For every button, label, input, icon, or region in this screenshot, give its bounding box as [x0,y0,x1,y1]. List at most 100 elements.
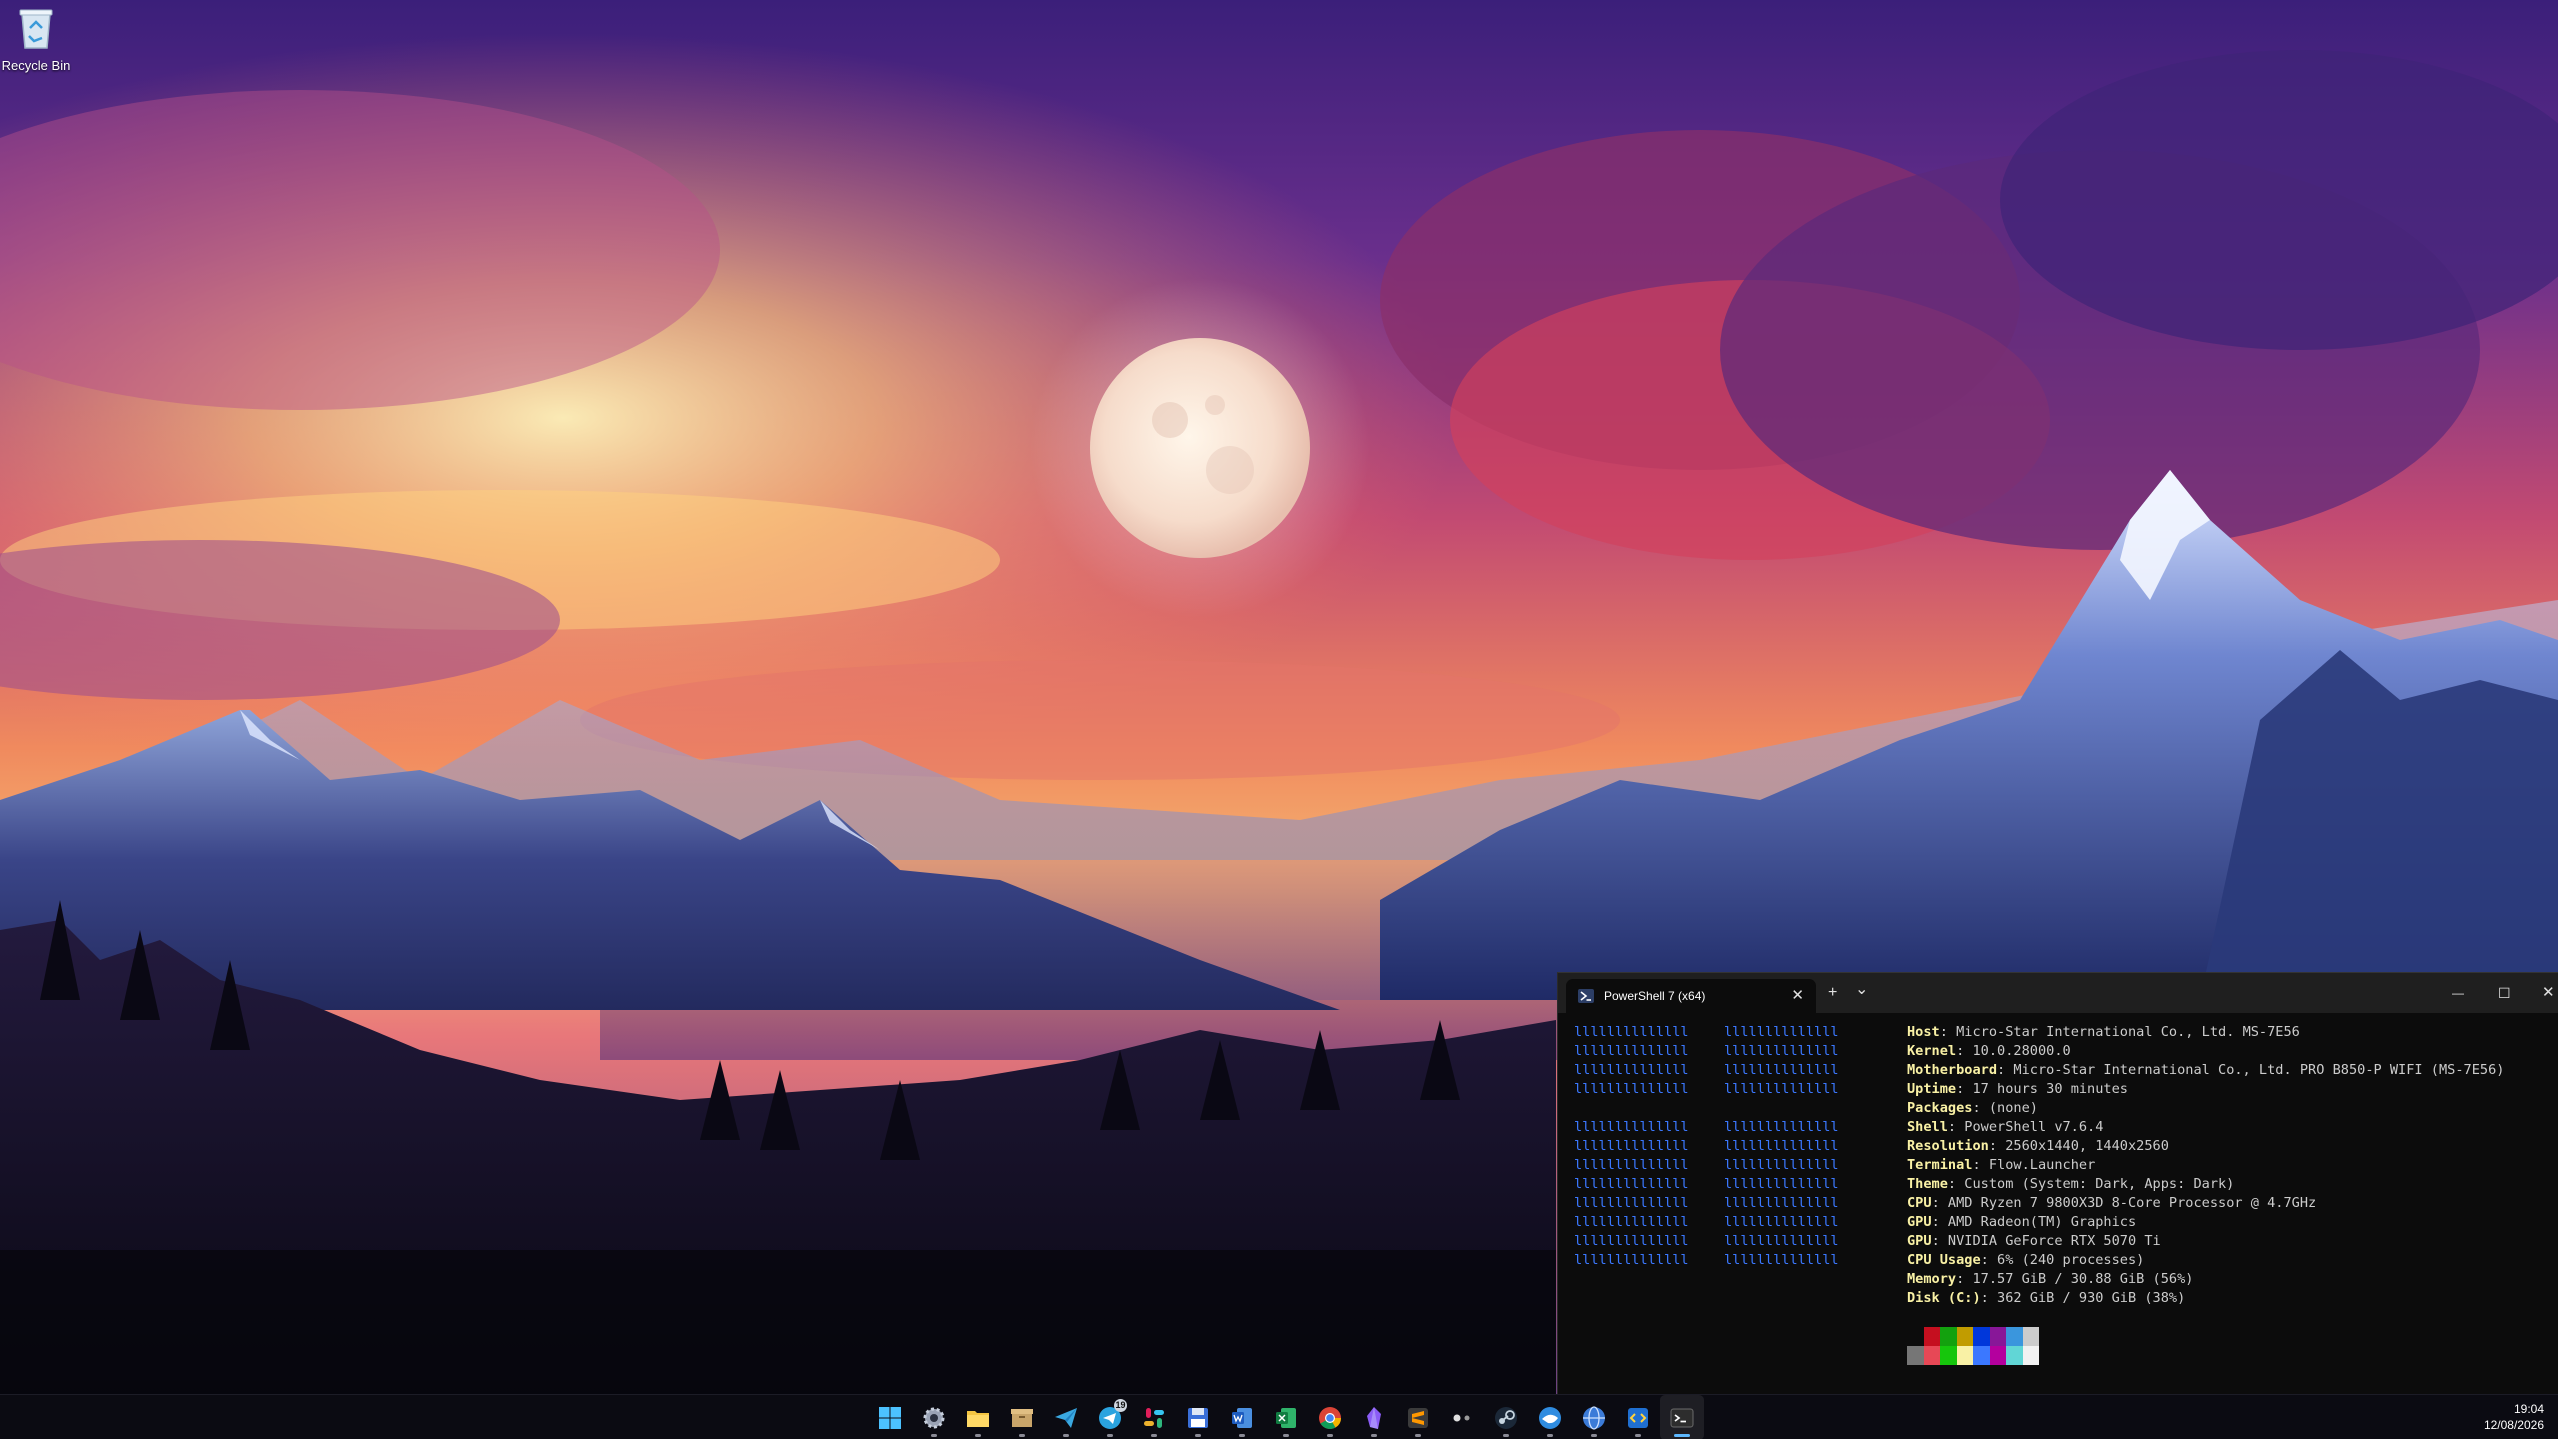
color-swatch [1956,1327,1973,1346]
system-clock[interactable]: 19:04 12/08/2026 [2484,1401,2544,1433]
logo-line: llllllllllllll llllllllllllll [1574,1042,1874,1061]
taskbar-app-settings[interactable] [912,1395,956,1439]
info-value: PowerShell v7.6.4 [1956,1119,2104,1135]
recycle-bin-icon [19,9,53,49]
color-swatch [1907,1346,1924,1365]
taskbar-app-media[interactable] [1440,1395,1484,1439]
info-line: Terminal: Flow.Launcher [1907,1156,2557,1175]
taskbar-app-file-explorer[interactable] [956,1395,1000,1439]
palette-row-bright [1907,1346,2039,1365]
taskbar-app-slack[interactable] [1132,1395,1176,1439]
maximize-button[interactable]: ☐ [2498,984,2511,1002]
color-swatch [1989,1346,2006,1365]
taskbar-app-archive[interactable] [1000,1395,1044,1439]
info-line: Resolution: 2560x1440, 1440x2560 [1907,1137,2557,1156]
taskbar-app-globe[interactable] [1572,1395,1616,1439]
info-line: GPU: NVIDIA GeForce RTX 5070 Ti [1907,1232,2557,1251]
terminal-window[interactable]: PowerShell 7 (x64) ✕ + ⌄ — ☐ ✕ lllllllll… [1557,972,2558,1394]
tab-powershell[interactable]: PowerShell 7 (x64) ✕ [1566,979,1816,1013]
taskbar-app-terminal[interactable] [1660,1395,1704,1439]
running-indicator [1107,1434,1113,1437]
info-key: Uptime [1907,1081,1957,1097]
logo-block: llllllllllllll [1574,1157,1689,1173]
color-swatch [1973,1346,1990,1365]
terminal-titlebar[interactable]: PowerShell 7 (x64) ✕ + ⌄ — ☐ ✕ [1558,973,2558,1013]
taskbar-app-word[interactable] [1220,1395,1264,1439]
taskbar-app-chrome[interactable] [1308,1395,1352,1439]
word-icon [1229,1405,1255,1431]
logo-block: llllllllllllll [1724,1176,1839,1192]
new-tab-button[interactable]: + [1828,984,1837,1002]
dots-icon [1449,1405,1475,1431]
info-separator: : [1931,1195,1940,1211]
info-separator: : [1972,1100,1981,1116]
color-swatch [1940,1327,1957,1346]
close-window-button[interactable]: ✕ [2542,984,2555,1002]
taskbar-app-sublime[interactable] [1396,1395,1440,1439]
taskbar-app-telegram-a[interactable] [1044,1395,1088,1439]
logo-block: llllllllllllll [1724,1252,1839,1268]
taskbar-app-whale[interactable] [1528,1395,1572,1439]
clock-date: 12/08/2026 [2483,1418,2544,1432]
logo-block: llllllllllllll [1724,1233,1839,1249]
color-swatch [1923,1327,1940,1346]
info-value: 6% (240 processes) [1988,1252,2145,1268]
info-line: Kernel: 10.0.28000.0 [1907,1042,2557,1061]
tab-title: PowerShell 7 (x64) [1604,989,1706,1003]
taskbar-app-steam[interactable] [1484,1395,1528,1439]
info-value: (none) [1980,1100,2038,1116]
terminal-output[interactable]: llllllllllllll llllllllllllll llllllllllll… [1574,1023,2549,1385]
info-separator: : [1997,1062,2006,1078]
info-separator: : [1988,1138,1998,1154]
logo-block: llllllllllllll [1724,1195,1839,1211]
taskbar-app-save-app[interactable] [1176,1395,1220,1439]
logo-block: llllllllllllll [1574,1081,1689,1097]
running-indicator [1503,1434,1509,1437]
color-swatch [1923,1346,1940,1365]
logo-line: llllllllllllll llllllllllllll [1574,1175,1874,1194]
logo-line: llllllllllllll llllllllllllll [1574,1213,1874,1232]
running-indicator [1415,1434,1421,1437]
floppy-disk-icon [1185,1405,1211,1431]
taskbar-app-start[interactable] [868,1395,912,1439]
info-value: Micro-Star International Co., Ltd. PRO B… [2005,1062,2505,1078]
recycle-bin-shortcut[interactable]: Recycle Bin [0,6,72,76]
logo-block: llllllllllllll [1724,1138,1839,1154]
info-value: 17 hours 30 minutes [1964,1081,2128,1097]
logo-block: llllllllllllll [1724,1081,1839,1097]
info-key: CPU [1907,1195,1932,1211]
tab-dropdown-icon[interactable]: ⌄ [1855,981,1868,999]
taskbar-app-vscode[interactable] [1616,1395,1660,1439]
info-key: Kernel [1907,1043,1957,1059]
logo-block: llllllllllllll [1574,1119,1689,1135]
logo-block: llllllllllllll [1724,1119,1839,1135]
info-key: CPU Usage [1907,1252,1981,1268]
running-indicator [931,1434,937,1437]
logo-block: llllllllllllll [1574,1062,1689,1078]
info-value: Flow.Launcher [1980,1157,2096,1173]
logo-line: llllllllllllll llllllllllllll [1574,1023,1874,1042]
taskbar-app-telegram-b[interactable]: 19 [1088,1395,1132,1439]
logo-line: llllllllllllll llllllllllllll [1574,1118,1874,1137]
taskbar-app-excel[interactable] [1264,1395,1308,1439]
tab-close-icon[interactable]: ✕ [1791,987,1804,1005]
info-separator: : [1947,1119,1957,1135]
archive-box-icon [1009,1405,1035,1431]
running-indicator [1239,1434,1245,1437]
info-line: Motherboard: Micro-Star International Co… [1907,1061,2557,1080]
running-indicator [1547,1434,1553,1437]
color-swatch [2022,1327,2039,1346]
gear-icon [921,1405,947,1431]
taskbar-app-obsidian[interactable] [1352,1395,1396,1439]
info-separator: : [1980,1252,1989,1268]
minimize-button[interactable]: — [2452,984,2464,1002]
info-value: Custom (System: Dark, Apps: Dark) [1956,1176,2235,1192]
logo-block: llllllllllllll [1574,1214,1689,1230]
sublime-text-icon [1405,1405,1431,1431]
color-swatch [1940,1346,1957,1365]
excel-icon [1273,1405,1299,1431]
info-separator: : [1931,1214,1940,1230]
clock-time: 19:04 [2513,1402,2544,1416]
info-line: Host: Micro-Star International Co., Ltd.… [1907,1023,2557,1042]
color-swatch [1956,1346,1973,1365]
